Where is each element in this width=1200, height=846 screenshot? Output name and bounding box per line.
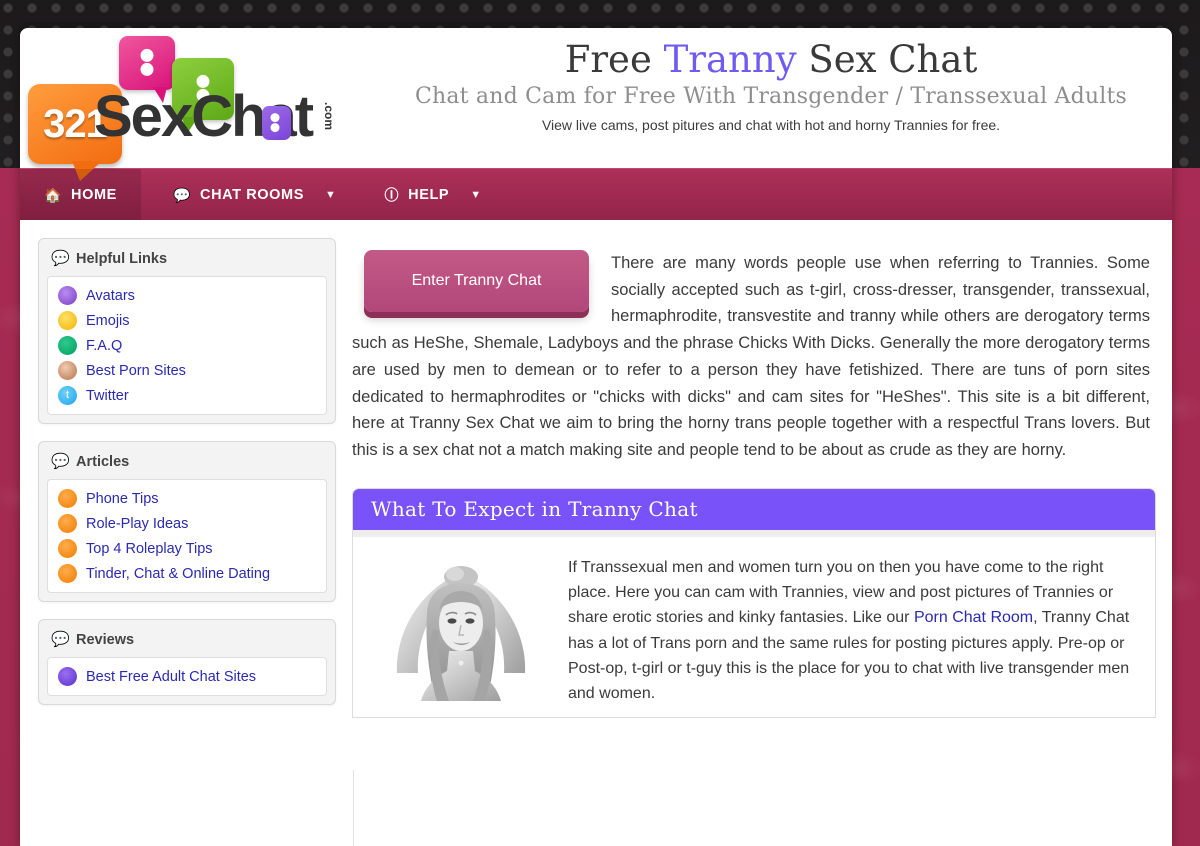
chevron-down-icon: ▼ (325, 188, 337, 201)
chat-bubbles-icon: 💬 (51, 631, 70, 648)
page-tagline: View live cams, post pitures and chat wi… (541, 116, 1001, 133)
logo-bubble-purple-icon (262, 106, 291, 140)
what-to-expect-section: What To Expect in Tranny Chat If Transse… (352, 487, 1156, 718)
main-navigation: 🏠 Home 💬 Chat Rooms ▼ ⓘ Help ▼ (20, 168, 1172, 220)
chat-bubbles-icon: 💬 (51, 453, 70, 470)
glasses-face-icon (58, 361, 77, 380)
nav-item-home-label: Home (71, 186, 117, 203)
chevron-down-icon: ▼ (470, 188, 482, 201)
main-column: Enter Tranny Chat There are many words p… (352, 238, 1156, 846)
emoji-wink-icon (58, 311, 77, 330)
thumbs-up-icon (58, 667, 77, 686)
content-area: 💬 Helpful Links Avatars Emojis F.A.Q Bes… (20, 220, 1172, 846)
open-book-icon (58, 514, 77, 533)
panel-helpful-links-body: Avatars Emojis F.A.Q Best Porn Sites t T… (47, 276, 327, 415)
sidebar-link-emojis[interactable]: Emojis (56, 308, 318, 333)
what-to-expect-paragraph: If Transsexual men and women turn you on… (568, 555, 1137, 707)
sidebar-link-faq[interactable]: F.A.Q (56, 333, 318, 358)
page-title-part2: Sex Chat (796, 38, 978, 81)
sidebar-link-best-free-adult-chat-sites-label: Best Free Adult Chat Sites (86, 668, 257, 685)
nav-item-chat-rooms-label: Chat Rooms (200, 186, 305, 203)
nav-divider (141, 169, 149, 220)
panel-reviews-title: 💬 Reviews (47, 628, 327, 657)
chat-bubble-icon: 💬 (172, 186, 191, 203)
sidebar-link-top-4-roleplay-tips-label: Top 4 Roleplay Tips (86, 540, 213, 557)
page-title-highlight: Tranny (663, 38, 797, 81)
sidebar-link-twitter-label: Twitter (86, 387, 129, 404)
sidebar-link-faq-label: F.A.Q (86, 337, 123, 354)
cta-row: Enter Tranny Chat There are many words p… (352, 250, 1156, 464)
sidebar-link-emojis-label: Emojis (86, 312, 130, 329)
avatar-face-icon (58, 286, 77, 305)
panel-helpful-links: 💬 Helpful Links Avatars Emojis F.A.Q Bes… (38, 238, 336, 424)
site-container: 321 SexChat .com Free Tranny Sex Chat Ch… (20, 28, 1172, 846)
logo-tld: .com (322, 102, 336, 131)
what-to-expect-heading: What To Expect in Tranny Chat (353, 488, 1155, 530)
info-circle-icon: ⓘ (384, 186, 400, 203)
sidebar-link-phone-tips-label: Phone Tips (86, 490, 159, 507)
sidebar-link-role-play-ideas-label: Role-Play Ideas (86, 515, 189, 532)
sidebar-link-phone-tips[interactable]: Phone Tips (56, 486, 318, 511)
sidebar-link-role-play-ideas[interactable]: Role-Play Ideas (56, 511, 318, 536)
question-bubble-icon (58, 336, 77, 355)
nav-item-home[interactable]: 🏠 Home (20, 169, 141, 220)
open-book-icon (58, 539, 77, 558)
panel-articles-body: Phone Tips Role-Play Ideas Top 4 Rolepla… (47, 479, 327, 593)
header-titles: Free Tranny Sex Chat Chat and Cam for Fr… (380, 38, 1162, 133)
nav-item-help-label: Help (408, 186, 450, 203)
site-header: 321 SexChat .com Free Tranny Sex Chat Ch… (20, 28, 1172, 181)
logo-bubble-pink-icon (119, 36, 175, 103)
chat-bubbles-icon: 💬 (51, 250, 70, 267)
panel-articles-title: 💬 Articles (47, 450, 327, 479)
page-title-part1: Free (564, 38, 664, 81)
sidebar-link-top-4-roleplay-tips[interactable]: Top 4 Roleplay Tips (56, 536, 318, 561)
open-book-icon (58, 489, 77, 508)
panel-articles: 💬 Articles Phone Tips Role-Play Ideas To… (38, 441, 336, 602)
panel-helpful-links-title-label: Helpful Links (76, 250, 168, 267)
sidebar-link-twitter[interactable]: t Twitter (56, 383, 318, 408)
panel-articles-title-label: Articles (76, 453, 130, 470)
sidebar: 💬 Helpful Links Avatars Emojis F.A.Q Bes… (38, 238, 336, 846)
nav-item-help[interactable]: ⓘ Help ▼ (361, 169, 506, 220)
sidebar-link-best-free-adult-chat-sites[interactable]: Best Free Adult Chat Sites (56, 664, 318, 689)
sidebar-link-avatars-label: Avatars (86, 287, 135, 304)
panel-helpful-links-title: 💬 Helpful Links (47, 247, 327, 276)
sidebar-link-tinder-chat-online-dating-label: Tinder, Chat & Online Dating (86, 565, 271, 582)
twitter-bird-icon: t (58, 386, 77, 405)
porn-chat-room-link[interactable]: Porn Chat Room (914, 609, 1033, 626)
page-subtitle: Chat and Cam for Free With Transgender /… (414, 83, 1128, 109)
panel-reviews-body: Best Free Adult Chat Sites (47, 657, 327, 696)
sidebar-link-avatars[interactable]: Avatars (56, 283, 318, 308)
sidebar-link-best-porn-sites-label: Best Porn Sites (86, 362, 186, 379)
home-icon: 🏠 (44, 186, 63, 203)
panel-reviews: 💬 Reviews Best Free Adult Chat Sites (38, 619, 336, 705)
what-to-expect-body: If Transsexual men and women turn you on… (353, 529, 1155, 717)
site-logo[interactable]: 321 SexChat .com (20, 28, 364, 181)
what-to-expect-photo (375, 554, 550, 707)
enter-tranny-chat-button[interactable]: Enter Tranny Chat (364, 250, 589, 312)
nav-item-chat-rooms[interactable]: 💬 Chat Rooms ▼ (149, 169, 361, 220)
sidebar-link-best-porn-sites[interactable]: Best Porn Sites (56, 358, 318, 383)
sidebar-column-divider (353, 770, 354, 846)
open-book-icon (58, 564, 77, 583)
sidebar-link-tinder-chat-online-dating[interactable]: Tinder, Chat & Online Dating (56, 561, 318, 586)
page-title: Free Tranny Sex Chat (380, 38, 1162, 82)
panel-reviews-title-label: Reviews (76, 631, 135, 648)
